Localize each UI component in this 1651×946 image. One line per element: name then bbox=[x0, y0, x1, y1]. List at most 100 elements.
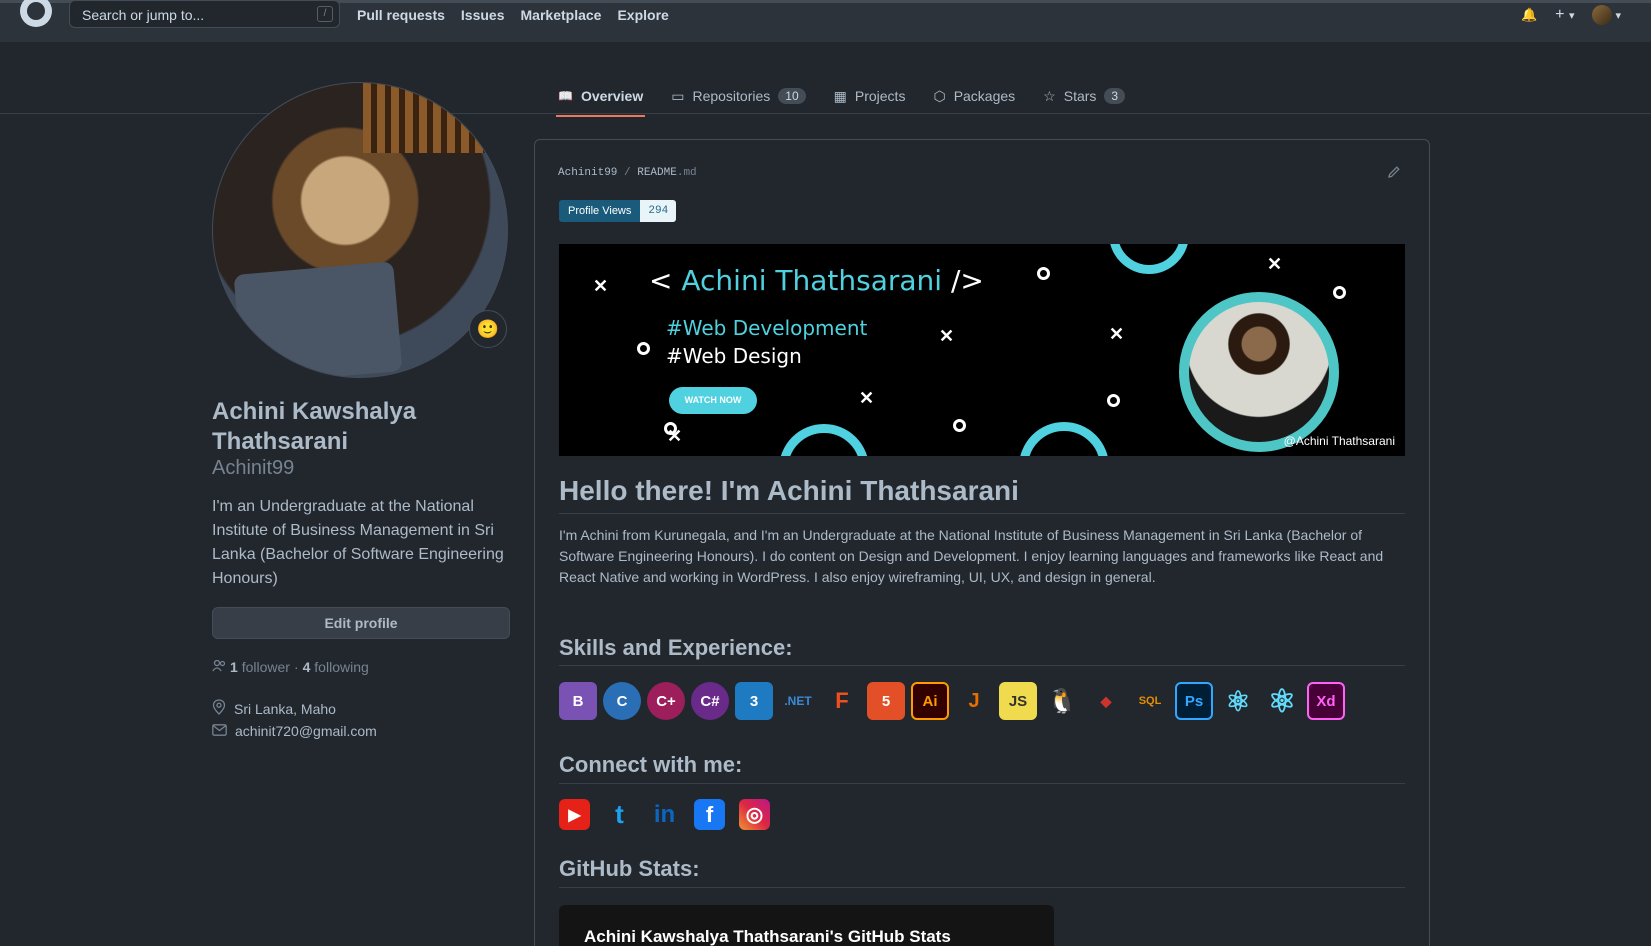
readme-card: Achinit99 / README.md Profile Views 294 … bbox=[534, 139, 1430, 946]
profile-views-label: Profile Views bbox=[559, 200, 641, 222]
banner-cross-decoration: ✕ bbox=[1267, 254, 1283, 274]
photoshop-icon[interactable]: Ps bbox=[1175, 682, 1213, 720]
global-nav: Pull requests Issues Marketplace Explore bbox=[357, 7, 669, 23]
followers-label: follower bbox=[241, 659, 290, 675]
linkedin-icon[interactable]: in bbox=[649, 799, 680, 830]
linux-icon[interactable]: 🐧 bbox=[1043, 682, 1081, 720]
twitter-icon[interactable]: t bbox=[604, 799, 635, 830]
connect-heading: Connect with me: bbox=[559, 752, 743, 777]
banner-ring-decoration bbox=[1109, 244, 1189, 274]
skills-heading: Skills and Experience: bbox=[559, 635, 793, 660]
banner-circle-decoration bbox=[1107, 394, 1120, 407]
readme-heading: Hello there! I'm Achini Thathsarani bbox=[559, 475, 1019, 506]
connect-divider bbox=[559, 783, 1405, 784]
stats-heading: GitHub Stats: bbox=[559, 856, 700, 881]
instagram-icon[interactable]: ◎ bbox=[739, 799, 770, 830]
nav-marketplace[interactable]: Marketplace bbox=[521, 7, 602, 23]
avatar-background bbox=[363, 83, 507, 153]
illustrator-icon[interactable]: Ai bbox=[911, 682, 949, 720]
banner-cross-decoration: ✕ bbox=[859, 388, 875, 408]
search-shortcut-key: / bbox=[317, 6, 333, 22]
banner-cross-decoration: ✕ bbox=[593, 276, 609, 296]
skills-list: B C C+ C# 3 .NET F 5 Ai J JS 🐧 ◆ SQL Ps … bbox=[559, 682, 1345, 720]
people-icon bbox=[212, 659, 226, 675]
tab-stars[interactable]: ☆ Stars 3 bbox=[1041, 78, 1127, 114]
bootstrap-icon[interactable]: B bbox=[559, 682, 597, 720]
path-separator: / bbox=[617, 167, 638, 179]
nav-pull-requests[interactable]: Pull requests bbox=[357, 7, 445, 23]
readme-path: Achinit99 / README.md bbox=[558, 167, 697, 179]
xd-icon[interactable]: Xd bbox=[1307, 682, 1345, 720]
search-input[interactable]: Search or jump to... / bbox=[69, 0, 340, 28]
tab-overview[interactable]: 📖 Overview bbox=[556, 78, 646, 117]
edit-readme-button[interactable] bbox=[1387, 165, 1401, 183]
followers-link[interactable]: 1 follower bbox=[230, 659, 290, 675]
search-placeholder: Search or jump to... bbox=[82, 7, 205, 23]
github-logo-icon[interactable] bbox=[20, 0, 52, 27]
banner-circle-decoration bbox=[637, 342, 650, 355]
react-native-icon[interactable]: ⚛ bbox=[1263, 682, 1301, 720]
plus-icon: + bbox=[1555, 6, 1565, 23]
followers-count: 1 bbox=[230, 659, 238, 675]
nav-issues[interactable]: Issues bbox=[461, 7, 505, 23]
tab-label: Overview bbox=[580, 88, 644, 104]
mysql-icon[interactable]: SQL bbox=[1131, 682, 1169, 720]
user-menu-button[interactable]: ▾ bbox=[1592, 5, 1621, 25]
dotnet-icon[interactable]: .NET bbox=[779, 682, 817, 720]
tab-packages[interactable]: ⬡ Packages bbox=[931, 78, 1017, 114]
banner-line-web-dev: #Web Development bbox=[666, 316, 868, 340]
c-icon[interactable]: C bbox=[603, 682, 641, 720]
tab-projects[interactable]: ▦ Projects bbox=[832, 78, 908, 114]
banner-cross-decoration: ✕ bbox=[667, 426, 683, 446]
location-text: Sri Lanka, Maho bbox=[234, 700, 336, 717]
youtube-icon[interactable]: ▶ bbox=[559, 799, 590, 830]
readme-file-ext: .md bbox=[676, 167, 697, 179]
create-new-button[interactable]: + ▾ bbox=[1555, 6, 1574, 24]
repo-icon: ▭ bbox=[671, 87, 685, 104]
package-icon: ⬡ bbox=[933, 87, 946, 104]
social-links: ▶ t in f ◎ bbox=[559, 799, 770, 830]
react-icon[interactable]: ⚛ bbox=[1219, 682, 1257, 720]
banner-portrait bbox=[1179, 292, 1339, 452]
follow-stats: 1 follower · 4 following bbox=[212, 659, 369, 675]
tab-label: Packages bbox=[953, 88, 1016, 104]
banner-title: < Achini Thathsarani /> bbox=[649, 264, 984, 297]
banner-ring-decoration bbox=[1019, 422, 1109, 456]
location-icon bbox=[212, 699, 226, 718]
profile-avatar[interactable] bbox=[212, 82, 508, 378]
java-icon[interactable]: J bbox=[955, 682, 993, 720]
csharp-icon[interactable]: C# bbox=[691, 682, 729, 720]
readme-file-name: README bbox=[637, 167, 677, 179]
github-stats-card: Achini Kawshalya Thathsarani's GitHub St… bbox=[559, 905, 1054, 946]
nav-explore[interactable]: Explore bbox=[617, 7, 668, 23]
readme-file-link[interactable]: README.md bbox=[637, 167, 696, 179]
set-status-button[interactable]: 🙂 bbox=[469, 310, 507, 348]
ruby-icon[interactable]: ◆ bbox=[1087, 682, 1125, 720]
star-icon: ☆ bbox=[1043, 87, 1056, 104]
following-link[interactable]: 4 following bbox=[303, 659, 369, 675]
profile-tabs: 📖 Overview ▭ Repositories 10 ▦ Projects … bbox=[556, 78, 1127, 117]
banner-circle-decoration bbox=[1333, 286, 1346, 299]
banner-circle-decoration bbox=[1037, 267, 1050, 280]
html5-icon[interactable]: 5 bbox=[867, 682, 905, 720]
figma-icon[interactable]: F bbox=[823, 682, 861, 720]
email-link[interactable]: achinit720@gmail.com bbox=[235, 723, 377, 739]
css3-icon[interactable]: 3 bbox=[735, 682, 773, 720]
bell-icon[interactable]: 🔔 bbox=[1521, 7, 1537, 23]
banner-watch-button: WATCH NOW bbox=[669, 387, 757, 414]
chevron-down-icon: ▾ bbox=[1615, 9, 1621, 22]
profile-username: Achinit99 bbox=[212, 457, 295, 479]
tab-label: Projects bbox=[854, 88, 906, 104]
cplusplus-icon[interactable]: C+ bbox=[647, 682, 685, 720]
edit-profile-button[interactable]: Edit profile bbox=[212, 607, 510, 639]
following-label: following bbox=[314, 659, 369, 675]
banner-open-bracket: < bbox=[649, 264, 673, 297]
profile-email: achinit720@gmail.com bbox=[212, 723, 377, 739]
readme-user-link[interactable]: Achinit99 bbox=[558, 167, 617, 179]
stats-divider bbox=[559, 887, 1405, 888]
heading-divider bbox=[559, 513, 1405, 514]
tab-repositories[interactable]: ▭ Repositories 10 bbox=[669, 78, 807, 114]
profile-bio: I'm an Undergraduate at the National Ins… bbox=[212, 498, 504, 587]
javascript-icon[interactable]: JS bbox=[999, 682, 1037, 720]
facebook-icon[interactable]: f bbox=[694, 799, 725, 830]
